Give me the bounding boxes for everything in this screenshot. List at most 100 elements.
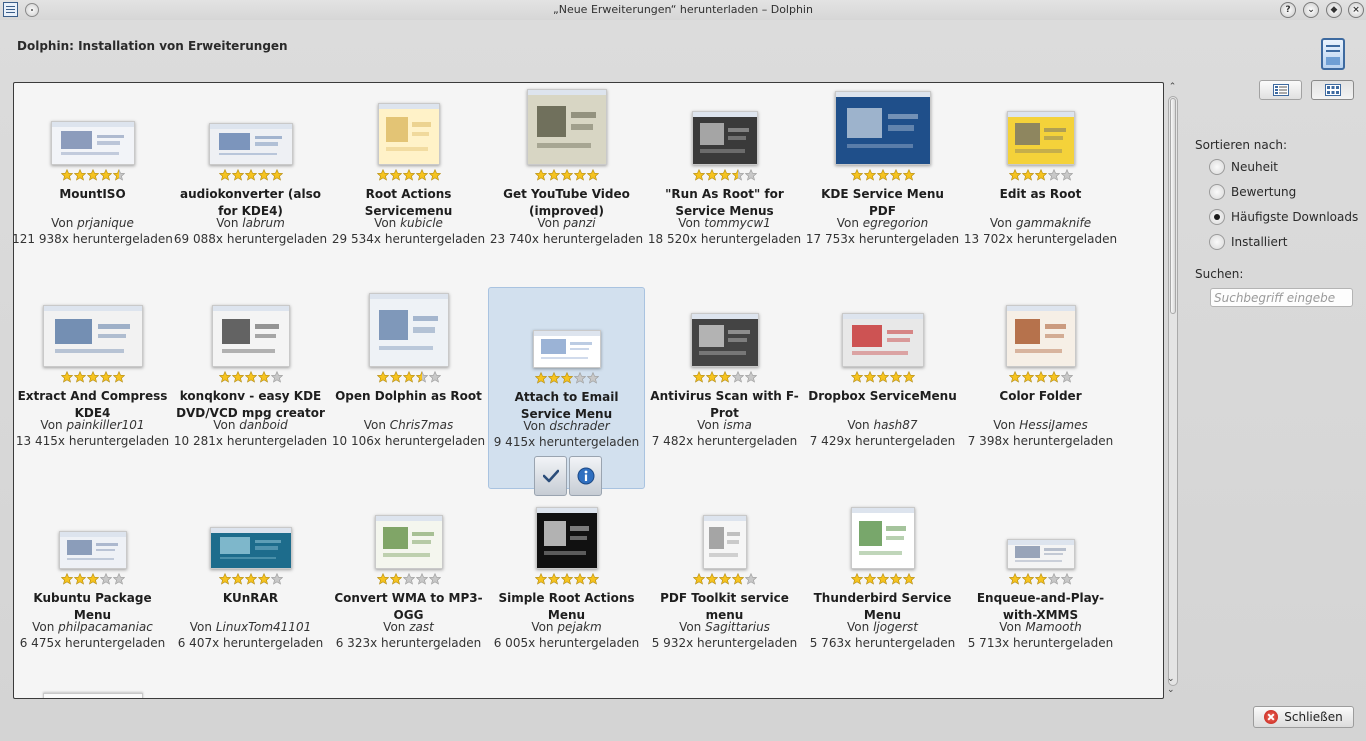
radio-most-downloads[interactable] — [1209, 209, 1225, 225]
star-icon — [402, 573, 415, 585]
close-window-button[interactable]: × — [1348, 2, 1364, 18]
extension-item[interactable]: konqkonv - easy KDE DVD/VCD mpg creator V… — [172, 287, 329, 489]
star-icon — [376, 573, 389, 585]
download-suffix: x heruntergeladen — [844, 434, 956, 448]
sort-option-newest[interactable]: Neuheit — [1209, 159, 1278, 175]
star-icon — [1008, 371, 1021, 383]
scroll-down-arrow-icon-1[interactable]: ⌄ — [1167, 674, 1175, 684]
scroll-up-arrow-icon[interactable]: ⌃ — [1167, 82, 1178, 92]
page-title: Dolphin: Installation von Erweiterungen — [17, 39, 288, 53]
extension-screenshot[interactable] — [377, 103, 440, 165]
star-icon — [863, 169, 876, 181]
author-name: pejakm — [557, 620, 602, 634]
extension-item[interactable]: Enqueue-and-Play-with-XMMS Von Mamooth 5 7… — [962, 489, 1119, 691]
author-prefix: Von — [189, 620, 216, 634]
star-icon — [586, 573, 599, 585]
scroll-handle[interactable] — [1170, 98, 1176, 314]
author-prefix: Von — [989, 216, 1016, 230]
extension-screenshot[interactable] — [50, 121, 135, 165]
close-button[interactable]: Schließen — [1253, 706, 1354, 728]
extension-author: Von panzi — [488, 216, 645, 230]
extension-item[interactable]: MountISO Von prjanique 121 938x herunterge… — [14, 85, 173, 287]
extension-name: "Run As Root" for Service Menus — [665, 187, 784, 218]
star-icon — [560, 169, 573, 181]
rating-stars — [172, 371, 329, 383]
extension-item[interactable]: Color Folder Von HessiJames 7 398x herunte… — [962, 287, 1119, 489]
download-count: 17 753x heruntergeladen — [798, 232, 967, 246]
extension-name: Enqueue-and-Play-with-XMMS — [976, 591, 1105, 622]
radio-rating[interactable] — [1209, 184, 1225, 200]
extension-screenshot[interactable] — [526, 89, 607, 165]
scroll-track[interactable] — [1168, 96, 1178, 686]
star-icon — [428, 371, 441, 383]
sort-option-label: Installiert — [1231, 235, 1288, 249]
list-scrollbar[interactable]: ⌃ ⌄ ⌄ — [1165, 82, 1180, 699]
extension-item[interactable]: Antivirus Scan with F-Prot Von isma 7 482x… — [646, 287, 803, 489]
star-icon — [73, 573, 86, 585]
extension-screenshot[interactable] — [691, 111, 758, 165]
extension-screenshot[interactable] — [208, 123, 293, 165]
search-input[interactable] — [1210, 288, 1353, 307]
extension-item[interactable]: "Run As Root" for Service Menus Von tommy… — [646, 85, 803, 287]
radio-installed[interactable] — [1209, 234, 1225, 250]
star-icon — [850, 371, 863, 383]
extension-item[interactable]: Simple Root Actions Menu Von pejakm 6 005x… — [488, 489, 645, 691]
maximize-button[interactable]: ◆ — [1326, 2, 1342, 18]
extension-item[interactable]: Attach to Email Service Menu Von dschrade… — [488, 287, 645, 496]
star-icon — [73, 371, 86, 383]
extension-screenshot[interactable] — [42, 305, 143, 367]
extensions-list[interactable]: MountISO Von prjanique 121 938x herunterge… — [13, 82, 1164, 699]
star-icon — [113, 169, 125, 181]
extension-item[interactable]: Get YouTube Video (improved) Von panzi 23 … — [488, 85, 645, 287]
extension-item[interactable]: KUnRAR Von LinuxTom41101 6 407x herunterge… — [172, 489, 329, 691]
download-count: 10 106x heruntergeladen — [324, 434, 493, 448]
extension-screenshot[interactable] — [1006, 539, 1075, 569]
extension-screenshot[interactable] — [690, 313, 759, 367]
extension-screenshot[interactable] — [834, 91, 931, 165]
extension-item[interactable]: Convert WMA to MP3-OGG Von zast 6 323x her… — [330, 489, 487, 691]
star-icon — [86, 371, 99, 383]
info-icon — [577, 467, 594, 485]
scroll-down-arrow-icon-2[interactable]: ⌄ — [1167, 685, 1175, 695]
extension-screenshot[interactable] — [374, 515, 443, 569]
extension-item[interactable]: Edit as Root Von gammaknife 13 702x herunt… — [962, 85, 1119, 287]
extension-item[interactable]: Thunderbird Service Menu Von ljogerst 5 76… — [804, 489, 961, 691]
extension-author: Von dschrader — [489, 419, 644, 433]
extension-screenshot[interactable] — [1005, 305, 1076, 367]
list-view-button[interactable] — [1259, 80, 1302, 100]
sort-option-most-downloads[interactable]: Häufigste Downloads — [1209, 209, 1358, 225]
extension-screenshot[interactable] — [209, 527, 292, 569]
extension-item[interactable]: Kubuntu Package Menu Von philpacamaniac 6 … — [14, 489, 171, 691]
icon-view-button[interactable] — [1311, 80, 1354, 100]
help-button[interactable]: ? — [1280, 2, 1296, 18]
extension-name: Simple Root Actions Menu — [498, 591, 635, 622]
download-number: 7 398 — [967, 434, 1003, 448]
sort-option-installed[interactable]: Installiert — [1209, 234, 1287, 250]
extension-screenshot[interactable] — [841, 313, 924, 367]
extension-item[interactable]: Open Dolphin as Root Von Chris7mas 10 106x… — [330, 287, 487, 489]
extension-screenshot[interactable] — [850, 507, 915, 569]
extension-item[interactable]: Root Actions Servicemenu Von kubicle 29 53… — [330, 85, 487, 287]
star-icon — [744, 573, 757, 585]
extension-screenshot[interactable] — [211, 305, 290, 367]
extension-item[interactable]: Extract And Compress KDE4 Von painkiller1… — [14, 287, 171, 489]
search-label: Suchen: — [1195, 267, 1244, 281]
extension-screenshot[interactable] — [368, 293, 449, 367]
extension-item[interactable]: audiokonverter (also for KDE4) Von labrum… — [172, 85, 329, 287]
extension-screenshot[interactable] — [58, 531, 127, 569]
star-icon — [863, 371, 876, 383]
sort-option-rating[interactable]: Bewertung — [1209, 184, 1296, 200]
extension-screenshot[interactable] — [535, 507, 598, 569]
minimize-button[interactable]: ⌄ — [1303, 2, 1319, 18]
extension-item[interactable]: KDE Service Menu PDF Von egregorion 17 753… — [804, 85, 961, 287]
extension-item[interactable]: PDF Toolkit service menu Von Sagittarius 5… — [646, 489, 803, 691]
radio-newest[interactable] — [1209, 159, 1225, 175]
author-prefix: Von — [40, 418, 67, 432]
extension-screenshot[interactable] — [1006, 111, 1075, 165]
extension-screenshot[interactable] — [702, 515, 747, 569]
extension-name: Convert WMA to MP3-OGG — [334, 591, 483, 622]
author-prefix: Von — [993, 418, 1020, 432]
extension-item[interactable]: Dropbox ServiceMenu Von hash87 7 429x heru… — [804, 287, 961, 489]
extension-author: Von Chris7mas — [330, 418, 487, 432]
extension-screenshot[interactable] — [532, 330, 601, 368]
